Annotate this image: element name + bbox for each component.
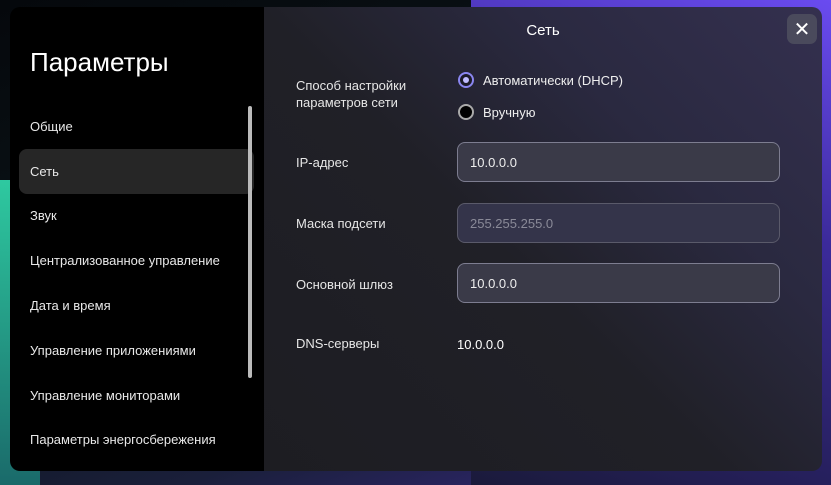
gateway-label: Основной шлюз: [296, 277, 393, 292]
ip-label: IP-адрес: [296, 155, 349, 170]
sidebar: Параметры Общие Сеть Звук Централизованн…: [10, 7, 264, 471]
radio-selected-icon: [458, 72, 474, 88]
sidebar-title: Параметры: [30, 47, 169, 77]
dns-label: DNS-серверы: [296, 336, 380, 351]
radio-dhcp[interactable]: Автоматически (DHCP): [458, 72, 623, 88]
close-icon: ✕: [793, 18, 811, 41]
radio-manual-label: Вручную: [483, 104, 536, 120]
sidebar-item-network[interactable]: Сеть: [19, 148, 254, 194]
sidebar-item-app-management[interactable]: Управление приложениями: [19, 328, 254, 373]
sidebar-item-monitor-management[interactable]: Управление мониторами: [19, 373, 254, 418]
gateway-input[interactable]: 10.0.0.0: [457, 263, 780, 303]
radio-unselected-icon: [458, 104, 474, 120]
mask-label: Маска подсети: [296, 216, 386, 231]
page-title: Сеть: [526, 22, 560, 39]
mask-input[interactable]: 255.255.255.0: [457, 203, 780, 243]
sidebar-item-power-saving[interactable]: Параметры энергосбережения: [19, 418, 254, 463]
sidebar-item-general[interactable]: Общие: [19, 104, 254, 149]
sidebar-item-sound[interactable]: Звук: [19, 194, 254, 239]
radio-dhcp-label: Автоматически (DHCP): [483, 72, 623, 88]
close-button[interactable]: ✕: [787, 14, 817, 44]
settings-window: Параметры Общие Сеть Звук Централизованн…: [10, 7, 822, 471]
method-label: Способ настройки параметров сети: [296, 78, 407, 110]
sidebar-nav: Общие Сеть Звук Централизованное управле…: [19, 104, 254, 462]
network-panel: Сеть ✕ Способ настройки параметров сети …: [264, 7, 822, 471]
ip-input[interactable]: 10.0.0.0: [457, 142, 780, 182]
sidebar-item-central-management[interactable]: Централизованное управление: [19, 238, 254, 283]
dns-value: 10.0.0.0: [457, 337, 504, 352]
radio-manual[interactable]: Вручную: [458, 104, 535, 120]
sidebar-item-date-time[interactable]: Дата и время: [19, 283, 254, 328]
sidebar-scrollbar[interactable]: [248, 106, 252, 378]
